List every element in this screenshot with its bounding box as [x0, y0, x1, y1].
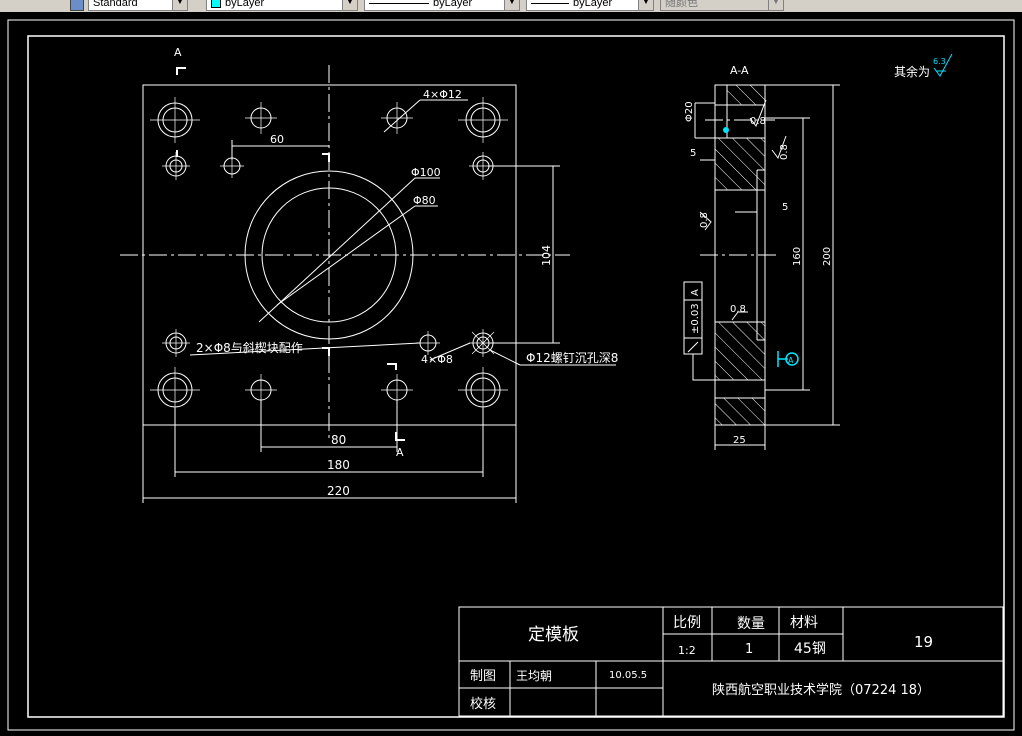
color-swatch-icon [211, 0, 221, 9]
dim-220: 220 [327, 484, 350, 498]
material-label: 材料 [790, 615, 818, 631]
roughness-value: 0.8 [750, 116, 766, 127]
section-title: A-A [730, 64, 749, 77]
material-value: 45钢 [794, 641, 826, 657]
drawn-by: 王均朝 [516, 669, 552, 683]
drawing-canvas[interactable]: A A 4×Φ12 60 Φ100 Φ80 104 2×Φ8与斜楔块配作 4×Φ… [0, 12, 1022, 736]
section-label-bottom: A [396, 446, 404, 459]
dim-80: 80 [331, 433, 346, 447]
layer-value: byLayer [225, 0, 265, 9]
checked-label: 校核 [470, 696, 496, 712]
tolerance-datum: A [690, 289, 701, 296]
color-value: 随颜色 [665, 0, 698, 9]
line-sample [369, 2, 429, 4]
scale-value: 1:2 [678, 644, 696, 657]
dim-phi20: Φ20 [684, 101, 695, 122]
dim-5-top: 5 [690, 148, 696, 159]
institution: 陕西航空职业技术学院（07224 18） [712, 682, 930, 698]
text-style-icon[interactable] [70, 0, 84, 11]
roughness-value: 0.8 [730, 304, 746, 315]
roughness-value: 0.8 [699, 212, 710, 228]
dim-200: 200 [822, 247, 833, 266]
lineweight-value: byLayer [573, 0, 613, 9]
dim-phi100: Φ100 [411, 166, 441, 179]
line-sample [531, 2, 569, 4]
quantity-label: 数量 [737, 616, 765, 632]
dim-104: 104 [540, 245, 553, 266]
canvas-background [0, 12, 1022, 736]
datum-letter: A [788, 356, 794, 365]
chevron-down-icon: ▼ [638, 0, 653, 10]
drawn-label: 制图 [470, 669, 496, 684]
drawn-date: 10.05.5 [609, 670, 647, 681]
color-dropdown[interactable]: 随颜色 ▼ [660, 0, 784, 11]
linetype-value: byLayer [433, 0, 473, 9]
roughness-note-text: 其余为 [894, 64, 930, 79]
chevron-down-icon: ▼ [172, 0, 187, 10]
dim-160: 160 [792, 247, 803, 266]
scale-label: 比例 [673, 615, 701, 631]
text-style-dropdown[interactable]: Standard ▼ [88, 0, 188, 11]
part-name: 定模板 [528, 625, 579, 645]
chevron-down-icon: ▼ [504, 0, 519, 10]
dim-180: 180 [327, 458, 350, 472]
roughness-value: 0.8 [779, 144, 790, 160]
section-label-top: A [174, 46, 182, 59]
dim-phi80: Φ80 [413, 194, 436, 207]
chevron-down-icon: ▼ [768, 0, 783, 10]
phi-marker-icon [723, 127, 729, 133]
quantity-value: 1 [745, 642, 753, 657]
note-pin: 2×Φ8与斜楔块配作 [196, 341, 303, 355]
dim-holes-12: 4×Φ12 [423, 88, 462, 101]
dim-holes-8: 4×Φ8 [421, 353, 453, 366]
drawing-number: 19 [914, 633, 933, 651]
linetype-dropdown[interactable]: byLayer ▼ [364, 0, 520, 11]
lineweight-dropdown[interactable]: byLayer ▼ [526, 0, 654, 11]
text-style-value: Standard [93, 0, 138, 9]
note-screw: Φ12螺钉沉孔深8 [526, 351, 618, 365]
chevron-down-icon: ▼ [342, 0, 357, 10]
roughness-value: 6.3 [933, 57, 946, 66]
tolerance-value: ±0.03 [690, 303, 701, 334]
dim-5-mid: 5 [782, 202, 788, 213]
layer-dropdown[interactable]: byLayer ▼ [206, 0, 358, 11]
dim-60: 60 [270, 133, 284, 146]
dim-25: 25 [733, 435, 746, 446]
